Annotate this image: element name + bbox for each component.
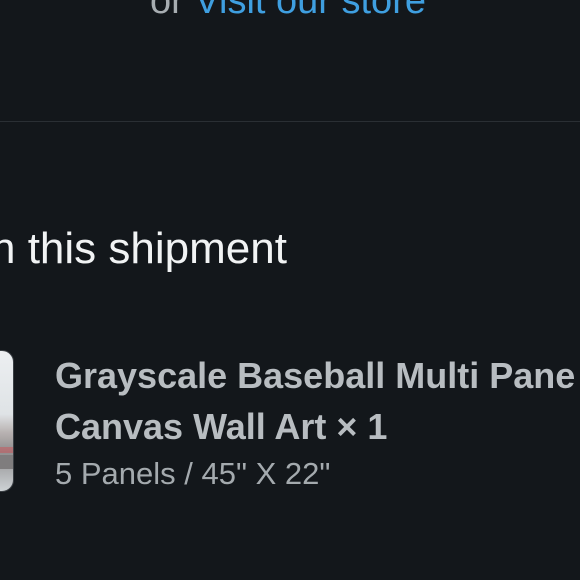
thumbnail-detail xyxy=(0,447,13,453)
shipment-heading: n this shipment xyxy=(0,224,287,273)
product-variant: 5 Panels / 45" X 22" xyxy=(55,456,331,491)
order-status-page: or Visit our store n this shipment Grays… xyxy=(0,0,580,580)
store-prompt-prefix: or xyxy=(150,0,184,22)
product-title-line-2: Canvas Wall Art × 1 xyxy=(55,406,388,447)
store-prompt: or Visit our store xyxy=(150,0,426,23)
product-title-line-1: Grayscale Baseball Multi Pane xyxy=(55,355,576,396)
product-title: Grayscale Baseball Multi Pane Canvas Wal… xyxy=(55,350,580,452)
section-divider xyxy=(0,121,580,122)
thumbnail-detail xyxy=(0,455,13,469)
product-thumbnail xyxy=(0,350,14,492)
visit-store-link[interactable]: Visit our store xyxy=(194,0,426,22)
